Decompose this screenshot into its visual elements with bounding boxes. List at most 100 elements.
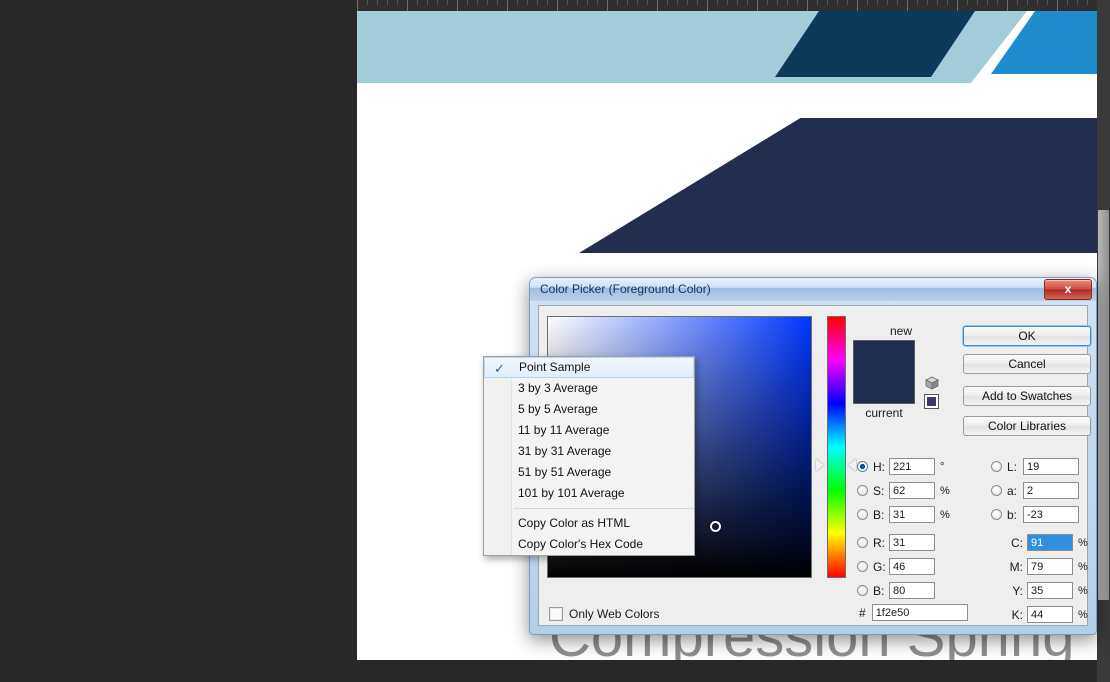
radio-lightness[interactable]: [991, 461, 1002, 472]
ruler-tick: [957, 0, 958, 11]
input-magenta[interactable]: 79: [1027, 558, 1073, 575]
radio-blue[interactable]: [857, 585, 868, 596]
hex-input[interactable]: 1f2e50: [871, 604, 968, 621]
ruler-tick: [697, 0, 698, 5]
canvas-vertical-scrollbar[interactable]: [1097, 0, 1110, 682]
radio-red[interactable]: [857, 537, 868, 548]
field-row-green[interactable]: G: 46: [857, 558, 935, 575]
input-brightness[interactable]: 31: [889, 506, 935, 523]
menu-item-5-by-5-average[interactable]: 5 by 5 Average: [484, 399, 694, 420]
radio-saturation[interactable]: [857, 485, 868, 496]
ruler-tick: [997, 0, 998, 5]
ruler-tick: [827, 0, 828, 5]
ruler-tick: [907, 0, 908, 11]
hex-field-row[interactable]: # 1f2e50: [859, 604, 968, 621]
ruler-tick: [1037, 0, 1038, 5]
ruler-tick: [977, 0, 978, 5]
ruler-tick: [687, 0, 688, 5]
dialog-titlebar[interactable]: Color Picker (Foreground Color) x: [530, 278, 1096, 301]
ruler-tick: [587, 0, 588, 5]
ruler-tick: [937, 0, 938, 5]
ruler-tick: [427, 0, 428, 5]
color-libraries-button[interactable]: Color Libraries: [963, 416, 1091, 436]
field-row-red[interactable]: R: 31: [857, 534, 935, 551]
input-yellow[interactable]: 35: [1027, 582, 1073, 599]
radio-hue[interactable]: [857, 461, 868, 472]
ruler-tick: [867, 0, 868, 5]
menu-item-point-sample[interactable]: ✓ Point Sample: [484, 357, 694, 378]
cancel-button[interactable]: Cancel: [963, 354, 1091, 374]
hue-slider-arrow-right-icon[interactable]: [848, 459, 856, 471]
ruler-tick: [507, 0, 508, 11]
input-cyan[interactable]: 91: [1027, 534, 1073, 551]
hue-slider-arrow-left-icon[interactable]: [816, 459, 824, 471]
field-row-saturation[interactable]: S: 62 %: [857, 482, 950, 499]
ruler-tick: [517, 0, 518, 5]
radio-b[interactable]: [991, 509, 1002, 520]
label-black: K:: [1011, 607, 1023, 622]
input-hue[interactable]: 221: [889, 458, 935, 475]
ruler-tick: [877, 0, 878, 5]
close-icon[interactable]: x: [1044, 279, 1092, 300]
ruler-tick: [647, 0, 648, 5]
field-row-cyan[interactable]: C: 91 %: [1006, 534, 1088, 551]
radio-brightness[interactable]: [857, 509, 868, 520]
menu-separator: [514, 508, 694, 509]
field-row-lightness[interactable]: L: 19: [991, 458, 1079, 475]
ruler-tick: [447, 0, 448, 5]
field-row-a[interactable]: a: 2: [991, 482, 1079, 499]
ruler-tick: [1077, 0, 1078, 5]
menu-item-copy-colors-hex-code[interactable]: Copy Color's Hex Code: [484, 534, 694, 555]
menu-item-copy-color-as-html[interactable]: Copy Color as HTML: [484, 513, 694, 534]
label-cyan: C:: [1011, 535, 1023, 550]
field-row-hue[interactable]: H: 221 °: [857, 458, 944, 475]
input-a[interactable]: 2: [1023, 482, 1079, 499]
menu-item-label: 101 by 101 Average: [518, 486, 625, 500]
label-lightness: L:: [1007, 459, 1018, 474]
only-web-colors-checkbox[interactable]: [549, 607, 563, 621]
menu-item-51-by-51-average[interactable]: 51 by 51 Average: [484, 462, 694, 483]
menu-item-101-by-101-average[interactable]: 101 by 101 Average: [484, 483, 694, 504]
field-row-yellow[interactable]: Y: 35 %: [1006, 582, 1088, 599]
out-of-gamut-warning-icon[interactable]: [925, 376, 939, 390]
field-row-magenta[interactable]: M: 79 %: [1006, 558, 1088, 575]
menu-item-31-by-31-average[interactable]: 31 by 31 Average: [484, 441, 694, 462]
menu-item-11-by-11-average[interactable]: 11 by 11 Average: [484, 420, 694, 441]
ruler-tick: [797, 0, 798, 5]
new-current-color-swatch[interactable]: [853, 340, 915, 404]
field-row-black[interactable]: K: 44 %: [1006, 606, 1088, 623]
field-row-brightness[interactable]: B: 31 %: [857, 506, 950, 523]
add-to-swatches-button[interactable]: Add to Swatches: [963, 386, 1091, 406]
input-b[interactable]: -23: [1023, 506, 1079, 523]
radio-a[interactable]: [991, 485, 1002, 496]
input-red[interactable]: 31: [889, 534, 935, 551]
label-b: b:: [1007, 507, 1018, 522]
ruler-tick: [807, 0, 808, 11]
radio-green[interactable]: [857, 561, 868, 572]
ruler-tick: [617, 0, 618, 5]
input-green[interactable]: 46: [889, 558, 935, 575]
ruler-tick: [1087, 0, 1088, 5]
input-lightness[interactable]: 19: [1023, 458, 1079, 475]
field-row-b[interactable]: b: -23: [991, 506, 1079, 523]
field-row-blue[interactable]: B: 80: [857, 582, 935, 599]
dialog-title: Color Picker (Foreground Color): [540, 282, 711, 296]
only-web-colors-row[interactable]: Only Web Colors: [549, 607, 659, 621]
ruler-tick: [677, 0, 678, 5]
ruler-tick: [847, 0, 848, 5]
ruler-tick: [897, 0, 898, 5]
input-blue[interactable]: 80: [889, 582, 935, 599]
canvas-scrollbar-thumb[interactable]: [1098, 210, 1109, 600]
web-safe-color-chip[interactable]: [924, 394, 939, 409]
hue-slider[interactable]: [827, 316, 846, 578]
input-black[interactable]: 44: [1027, 606, 1073, 623]
ruler-tick: [547, 0, 548, 5]
color-field-cursor[interactable]: [710, 521, 721, 532]
ok-button[interactable]: OK: [963, 326, 1091, 346]
input-saturation[interactable]: 62: [889, 482, 935, 499]
label-green: G:: [873, 559, 886, 574]
ruler-tick: [467, 0, 468, 5]
ruler-tick: [437, 0, 438, 5]
menu-item-3-by-3-average[interactable]: 3 by 3 Average: [484, 378, 694, 399]
ruler-tick: [397, 0, 398, 5]
